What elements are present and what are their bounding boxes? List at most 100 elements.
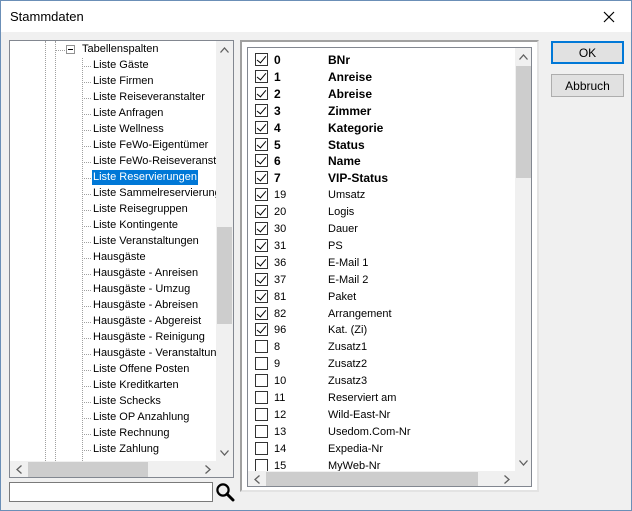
column-row[interactable]: 82 Arrangement bbox=[248, 305, 515, 322]
scroll-right-icon[interactable] bbox=[498, 471, 515, 486]
column-checkbox[interactable] bbox=[255, 458, 268, 471]
column-checkbox[interactable] bbox=[255, 272, 268, 286]
scroll-up-icon[interactable] bbox=[515, 48, 531, 65]
column-row[interactable]: 31 PS bbox=[248, 237, 515, 254]
column-row[interactable]: 9 Zusatz2 bbox=[248, 355, 515, 372]
tree-item[interactable]: Liste Rechnung bbox=[92, 426, 170, 441]
scroll-down-icon[interactable] bbox=[216, 444, 233, 461]
column-checkbox[interactable] bbox=[255, 154, 268, 168]
tree-collapse-icon[interactable] bbox=[66, 45, 75, 54]
scroll-down-icon[interactable] bbox=[515, 454, 531, 471]
tree-item[interactable]: Liste Veranstaltungen bbox=[92, 234, 200, 249]
tree-hscroll-thumb[interactable] bbox=[28, 462, 148, 477]
ok-button[interactable]: OK bbox=[551, 41, 624, 64]
column-row[interactable]: 81 Paket bbox=[248, 288, 515, 305]
tree-item[interactable]: Liste Firmen bbox=[92, 74, 155, 89]
column-row[interactable]: 7 VIP-Status bbox=[248, 169, 515, 186]
tree-item[interactable]: Liste FeWo-Reiseveransta bbox=[92, 154, 216, 169]
column-row[interactable]: 14 Expedia-Nr bbox=[248, 440, 515, 457]
tree-item[interactable]: Liste Anfragen bbox=[92, 106, 164, 121]
column-checkbox[interactable] bbox=[255, 69, 268, 83]
column-row[interactable]: 6 Name bbox=[248, 152, 515, 169]
tree-item[interactable]: Liste Offene Posten bbox=[92, 362, 190, 377]
column-checkbox[interactable] bbox=[255, 137, 268, 151]
search-input[interactable] bbox=[9, 482, 213, 502]
scroll-left-icon[interactable] bbox=[10, 461, 27, 477]
column-checkbox[interactable] bbox=[255, 205, 268, 219]
tree-item[interactable]: Liste Sammelreservierunge bbox=[92, 186, 216, 201]
column-row[interactable]: 0 BNr bbox=[248, 51, 515, 68]
column-row[interactable]: 96 Kat. (Zi) bbox=[248, 321, 515, 338]
scroll-up-icon[interactable] bbox=[216, 41, 233, 58]
column-checkbox[interactable] bbox=[255, 357, 268, 371]
tree-item[interactable]: Liste Reiseveranstalter bbox=[92, 90, 206, 105]
column-checkbox[interactable] bbox=[255, 306, 268, 320]
column-checkbox[interactable] bbox=[255, 188, 268, 202]
column-row[interactable]: 2 Abreise bbox=[248, 85, 515, 102]
column-checkbox[interactable] bbox=[255, 222, 268, 235]
column-checkbox[interactable] bbox=[255, 340, 268, 354]
tree-item[interactable]: Liste Reisegruppen bbox=[92, 202, 189, 217]
list-hscroll-thumb[interactable] bbox=[266, 472, 478, 486]
tree-item[interactable]: Liste Zahlung bbox=[92, 442, 160, 457]
column-row[interactable]: 20 Logis bbox=[248, 203, 515, 220]
column-row[interactable]: 15 MyWeb-Nr bbox=[248, 457, 515, 471]
column-row[interactable]: 37 E-Mail 2 bbox=[248, 271, 515, 288]
tree-vertical-scrollbar[interactable] bbox=[216, 41, 233, 461]
column-checkbox[interactable] bbox=[255, 407, 268, 421]
search-button[interactable] bbox=[213, 480, 237, 504]
tree-item[interactable]: Liste Schecks bbox=[92, 394, 162, 409]
tree-item[interactable]: Liste Kontingente bbox=[92, 218, 179, 233]
column-checkbox[interactable] bbox=[255, 323, 268, 337]
tree-parent-tabellenspalten[interactable]: Tabellenspalten bbox=[82, 42, 158, 57]
column-checkbox[interactable] bbox=[255, 53, 268, 66]
column-checkbox[interactable] bbox=[255, 441, 268, 455]
list-horizontal-scrollbar[interactable] bbox=[248, 471, 515, 486]
tree-item[interactable]: Liste OP Anzahlung bbox=[92, 410, 190, 425]
tree-item[interactable]: Hausgäste - Veranstaltung bbox=[92, 346, 216, 361]
column-row[interactable]: 13 Usedom.Com-Nr bbox=[248, 423, 515, 440]
tree-item[interactable]: Hausgäste - Abgereist bbox=[92, 314, 202, 329]
column-checkbox[interactable] bbox=[255, 86, 268, 100]
tree-item[interactable]: Liste Reservierungen bbox=[91, 169, 199, 186]
tree-horizontal-scrollbar[interactable] bbox=[10, 461, 216, 477]
column-checkbox[interactable] bbox=[255, 289, 268, 303]
tree-item[interactable]: Liste Gäste bbox=[92, 58, 150, 73]
column-row[interactable]: 8 Zusatz1 bbox=[248, 338, 515, 355]
column-row[interactable]: 3 Zimmer bbox=[248, 102, 515, 119]
column-row[interactable]: 4 Kategorie bbox=[248, 119, 515, 136]
column-checkbox[interactable] bbox=[255, 238, 268, 252]
list-vertical-scrollbar[interactable] bbox=[515, 48, 531, 471]
column-row[interactable]: 1 Anreise bbox=[248, 68, 515, 85]
cancel-button[interactable]: Abbruch bbox=[551, 74, 624, 97]
column-row[interactable]: 5 Status bbox=[248, 136, 515, 153]
column-checkbox[interactable] bbox=[255, 255, 268, 269]
scroll-left-icon[interactable] bbox=[248, 471, 265, 486]
column-row[interactable]: 19 Umsatz bbox=[248, 186, 515, 203]
column-list[interactable]: 0 BNr 1 Anreise 2 Abreise 3 Zimmer 4 Kategorie 5 St… bbox=[247, 47, 532, 487]
column-row[interactable]: 10 Zusatz3 bbox=[248, 372, 515, 389]
tree-item[interactable]: Liste FeWo-Eigentümer bbox=[92, 138, 209, 153]
column-row[interactable]: 12 Wild-East-Nr bbox=[248, 406, 515, 423]
tree-item[interactable]: Hausgäste bbox=[92, 250, 147, 265]
tree-item[interactable]: Hausgäste - Abreisen bbox=[92, 298, 199, 313]
category-tree[interactable]: Tabellenspalten Liste Gäste Liste Firmen L… bbox=[9, 40, 234, 478]
column-row[interactable]: 36 E-Mail 1 bbox=[248, 254, 515, 271]
column-checkbox[interactable] bbox=[255, 120, 268, 134]
scroll-right-icon[interactable] bbox=[199, 461, 216, 477]
column-checkbox[interactable] bbox=[255, 171, 268, 185]
tree-item[interactable]: Hausgäste - Anreisen bbox=[92, 266, 199, 281]
column-checkbox[interactable] bbox=[255, 374, 268, 388]
column-checkbox[interactable] bbox=[255, 424, 268, 438]
column-checkbox[interactable] bbox=[255, 391, 268, 404]
column-checkbox[interactable] bbox=[255, 103, 268, 117]
tree-item[interactable]: Liste Kreditkarten bbox=[92, 378, 180, 393]
tree-item[interactable]: Liste Wellness bbox=[92, 122, 165, 137]
column-row[interactable]: 11 Reserviert am bbox=[248, 389, 515, 406]
tree-item[interactable]: Hausgäste - Umzug bbox=[92, 282, 191, 297]
close-button[interactable] bbox=[587, 1, 631, 32]
tree-scroll-thumb[interactable] bbox=[217, 227, 232, 324]
list-scroll-thumb[interactable] bbox=[516, 66, 531, 178]
tree-item[interactable]: Hausgäste - Reinigung bbox=[92, 330, 206, 345]
column-row[interactable]: 30 Dauer bbox=[248, 220, 515, 237]
